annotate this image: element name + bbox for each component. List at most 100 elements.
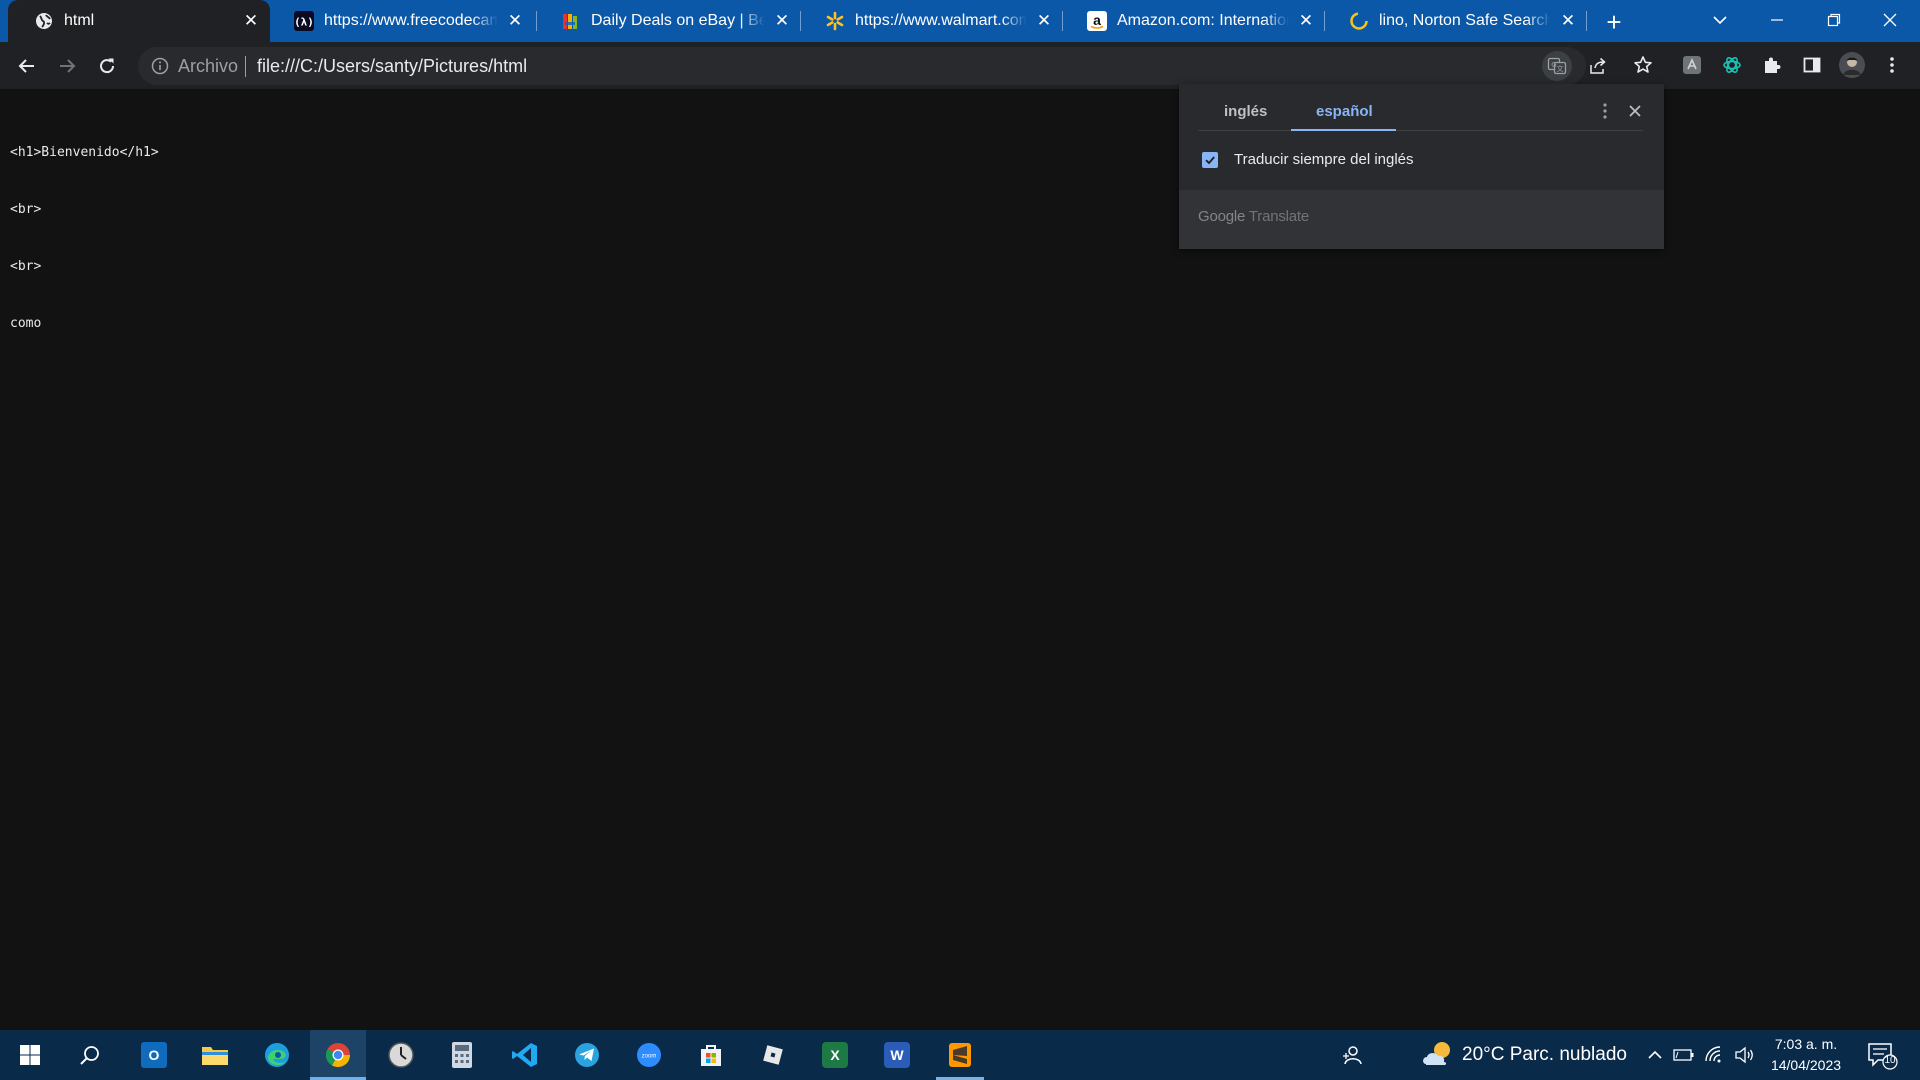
svg-text:a: a bbox=[1093, 12, 1101, 28]
taskbar-chrome[interactable] bbox=[310, 1030, 366, 1080]
translate-footer: Google Translate bbox=[1179, 190, 1664, 249]
store-icon bbox=[701, 1045, 721, 1066]
show-hidden-icons-button[interactable] bbox=[1643, 1044, 1667, 1066]
search-icon bbox=[80, 1046, 99, 1065]
text-line: como bbox=[10, 316, 42, 331]
clock-icon bbox=[388, 1042, 414, 1068]
edge-icon bbox=[265, 1043, 289, 1067]
back-button[interactable] bbox=[10, 49, 44, 83]
start-button[interactable] bbox=[2, 1030, 58, 1080]
side-panel-button[interactable] bbox=[1796, 49, 1828, 81]
taskbar-roblox[interactable] bbox=[745, 1030, 801, 1080]
tab-norton[interactable]: lino, Norton Safe Search ✕ bbox=[1325, 0, 1587, 42]
taskbar-zoom[interactable]: zoom bbox=[621, 1030, 677, 1080]
network-button[interactable] bbox=[1702, 1044, 1726, 1066]
translate-wordmark: Translate bbox=[1248, 208, 1310, 225]
taskbar-excel[interactable]: X bbox=[807, 1030, 863, 1080]
close-tab-icon[interactable]: ✕ bbox=[1557, 10, 1579, 32]
tab-html[interactable]: html ✕ bbox=[8, 0, 270, 42]
minimize-button[interactable] bbox=[1749, 0, 1805, 40]
windows-logo-icon bbox=[20, 1045, 40, 1065]
chrome-menu-button[interactable] bbox=[1876, 49, 1908, 81]
forward-button[interactable] bbox=[50, 49, 84, 83]
tab-strip: html ✕ (λ) https://www.freecodecamp.org … bbox=[0, 0, 1920, 42]
close-tab-icon[interactable]: ✕ bbox=[1295, 10, 1317, 32]
speaker-icon bbox=[1735, 1046, 1753, 1064]
battery-icon bbox=[1673, 1049, 1694, 1061]
freecodecamp-icon: (λ) bbox=[294, 11, 314, 31]
share-button[interactable] bbox=[1583, 51, 1613, 81]
plus-icon: + bbox=[1606, 6, 1622, 37]
taskbar-microsoft-store[interactable] bbox=[683, 1030, 739, 1080]
checkmark-icon bbox=[1205, 156, 1215, 165]
tab-source-language[interactable]: inglés bbox=[1224, 103, 1267, 120]
close-translate-button[interactable] bbox=[1624, 100, 1646, 122]
tab-title: https://www.freecodecamp.org bbox=[324, 12, 498, 29]
tab-freecodecamp[interactable]: (λ) https://www.freecodecamp.org ✕ bbox=[270, 0, 534, 42]
taskbar-outlook[interactable]: O bbox=[126, 1030, 182, 1080]
taskbar-vscode[interactable] bbox=[497, 1030, 553, 1080]
close-icon bbox=[1629, 105, 1641, 117]
taskbar-calculator[interactable] bbox=[434, 1030, 490, 1080]
arrow-left-icon bbox=[18, 59, 34, 73]
extension-button-2[interactable] bbox=[1716, 49, 1748, 81]
chrome-icon bbox=[325, 1043, 350, 1068]
tab-title: Amazon.com: International bbox=[1117, 12, 1289, 29]
weather-button[interactable] bbox=[1420, 1038, 1456, 1072]
always-translate-label[interactable]: Traducir siempre del inglés bbox=[1234, 151, 1414, 168]
tab-ebay[interactable]: Daily Deals on eBay | Best deals ✕ bbox=[537, 0, 801, 42]
svg-text:文: 文 bbox=[1557, 64, 1564, 73]
tab-title: https://www.walmart.com/search bbox=[855, 12, 1027, 29]
browser-toolbar: Archivo file:///C:/Users/santy/Pictures/… bbox=[0, 42, 1920, 89]
tab-title: lino, Norton Safe Search bbox=[1379, 12, 1551, 29]
taskbar-sublime-text[interactable] bbox=[932, 1030, 988, 1080]
taskbar-telegram[interactable] bbox=[559, 1030, 615, 1080]
translate-options-button[interactable] bbox=[1594, 100, 1616, 122]
tab-search-button[interactable] bbox=[1692, 0, 1748, 40]
new-tab-button[interactable]: + bbox=[1598, 6, 1630, 38]
close-tab-icon[interactable]: ✕ bbox=[240, 10, 262, 32]
info-icon[interactable] bbox=[151, 57, 169, 75]
text-line: <br> bbox=[10, 202, 42, 217]
google-translate-logo: Google Translate bbox=[1198, 208, 1309, 225]
close-window-button[interactable] bbox=[1862, 0, 1918, 40]
roblox-icon bbox=[763, 1045, 783, 1065]
translate-page-button[interactable]: G文 bbox=[1542, 51, 1572, 81]
extensions-button[interactable] bbox=[1756, 49, 1788, 81]
partly-cloudy-icon bbox=[1423, 1042, 1450, 1065]
svg-text:(λ): (λ) bbox=[294, 16, 314, 29]
taskbar-file-explorer[interactable] bbox=[187, 1030, 243, 1080]
always-translate-checkbox[interactable] bbox=[1202, 152, 1218, 168]
reload-button[interactable] bbox=[90, 49, 124, 83]
profile-button[interactable] bbox=[1836, 49, 1868, 81]
battery-button[interactable] bbox=[1672, 1044, 1696, 1066]
volume-button[interactable] bbox=[1733, 1044, 1757, 1066]
search-button[interactable] bbox=[62, 1030, 118, 1080]
notification-count: 10 bbox=[1884, 1055, 1896, 1066]
close-tab-icon[interactable]: ✕ bbox=[1033, 10, 1055, 32]
norton-loading-icon bbox=[1349, 11, 1369, 31]
more-vertical-icon bbox=[1603, 103, 1607, 119]
taskbar-word[interactable]: W bbox=[869, 1030, 925, 1080]
address-bar[interactable]: Archivo file:///C:/Users/santy/Pictures/… bbox=[138, 47, 1606, 85]
close-tab-icon[interactable]: ✕ bbox=[771, 10, 793, 32]
chevron-up-icon bbox=[1648, 1050, 1662, 1059]
tab-amazon[interactable]: a Amazon.com: International ✕ bbox=[1063, 0, 1325, 42]
action-center-button[interactable]: 10 bbox=[1866, 1040, 1898, 1070]
weather-text[interactable]: 20°C Parc. nublado bbox=[1462, 1044, 1627, 1066]
active-tab-indicator bbox=[1291, 129, 1396, 131]
telegram-icon bbox=[575, 1043, 599, 1067]
close-tab-icon[interactable]: ✕ bbox=[504, 10, 526, 32]
tab-target-language[interactable]: español bbox=[1316, 103, 1373, 120]
taskbar-clock-app[interactable] bbox=[373, 1030, 429, 1080]
bookmark-button[interactable] bbox=[1627, 49, 1659, 81]
extension-button-1[interactable] bbox=[1676, 49, 1708, 81]
tab-title: Daily Deals on eBay | Best deals bbox=[591, 12, 765, 29]
sublime-text-icon bbox=[949, 1043, 971, 1067]
people-button[interactable] bbox=[1324, 1030, 1380, 1080]
restore-button[interactable] bbox=[1806, 0, 1862, 40]
taskbar-edge[interactable] bbox=[249, 1030, 305, 1080]
system-clock[interactable]: 7:03 a. m. 14/04/2023 bbox=[1760, 1034, 1852, 1076]
url-text[interactable]: file:///C:/Users/santy/Pictures/html bbox=[257, 56, 527, 77]
tab-walmart[interactable]: https://www.walmart.com/search ✕ bbox=[801, 0, 1063, 42]
